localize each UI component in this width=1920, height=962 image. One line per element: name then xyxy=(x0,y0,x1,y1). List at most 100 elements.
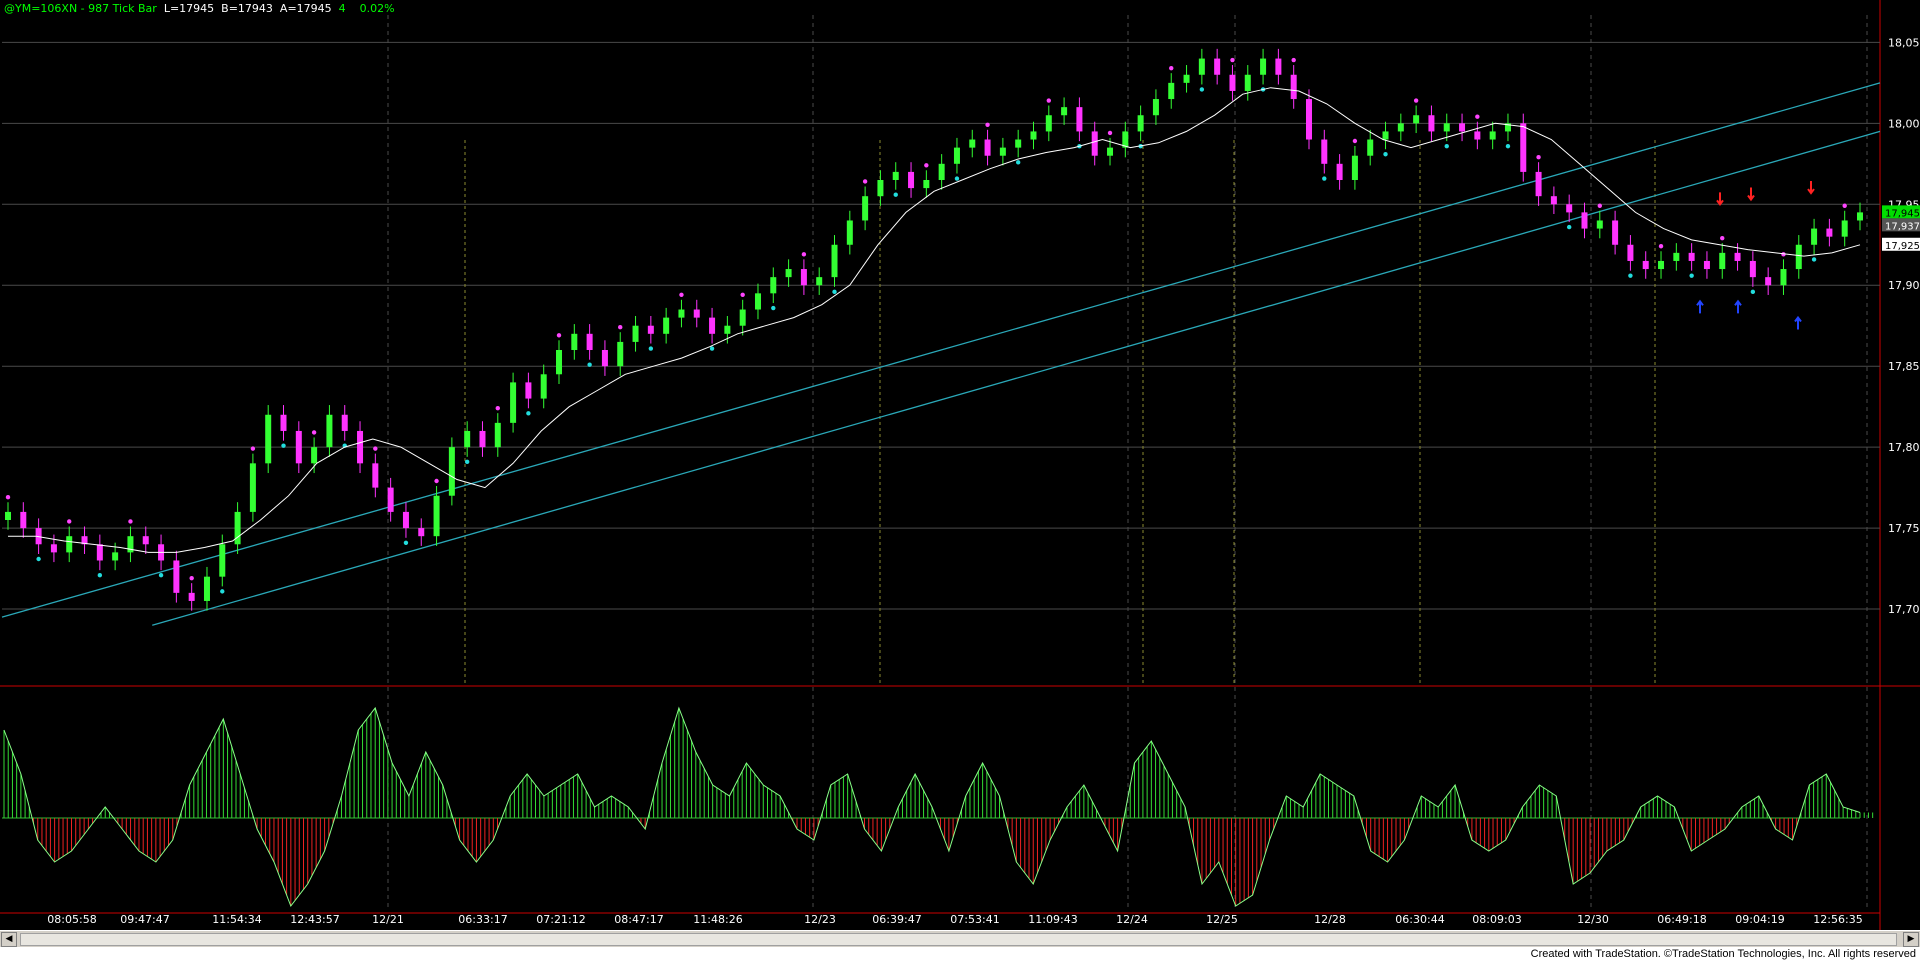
sell-arrow-icon xyxy=(1747,187,1755,202)
candle-body xyxy=(1474,131,1481,140)
scroll-right-button[interactable]: ▶ xyxy=(1903,932,1919,947)
candle-body xyxy=(265,414,272,464)
horizontal-scrollbar[interactable]: ◀ ▶ xyxy=(0,930,1920,947)
candle-body xyxy=(1321,139,1328,164)
swing-high-dot xyxy=(189,575,194,581)
candle-body xyxy=(1091,131,1098,156)
sell-arrow-icon xyxy=(1716,192,1724,207)
candle-body xyxy=(1688,252,1695,261)
time-tick-label: 12/23 xyxy=(804,913,836,926)
candle-body xyxy=(203,576,210,601)
time-tick-label: 07:21:12 xyxy=(536,913,585,926)
candle-body xyxy=(1244,74,1251,91)
candle-body xyxy=(20,511,27,529)
swing-high-dot xyxy=(373,446,378,451)
candle-body xyxy=(800,269,807,286)
candle-body xyxy=(1489,131,1496,140)
price-tick-label: 17,800 xyxy=(1888,441,1920,454)
price-tick-label: 17,700 xyxy=(1888,603,1920,616)
swing-low-dot xyxy=(771,305,776,311)
candle-body xyxy=(1214,58,1221,75)
candle-body xyxy=(1642,260,1649,270)
candle-body xyxy=(724,325,731,334)
candle-body xyxy=(1305,99,1312,140)
candle-body xyxy=(632,325,639,342)
swing-low-dot xyxy=(1566,224,1572,230)
trend-line xyxy=(152,130,1881,626)
candle-body xyxy=(862,196,869,221)
candle-body xyxy=(1275,58,1282,75)
swing-low-dot xyxy=(464,459,470,465)
candle-body xyxy=(1459,123,1466,132)
swing-low-dot xyxy=(1322,176,1327,181)
time-tick-label: 06:39:47 xyxy=(872,913,921,926)
candle-body xyxy=(173,560,180,593)
swing-low-dot xyxy=(1444,143,1449,149)
time-tick-label: 06:49:18 xyxy=(1657,913,1706,926)
time-tick-label: 12/28 xyxy=(1314,913,1346,926)
candle-body xyxy=(188,592,195,601)
swing-high-dot xyxy=(1291,57,1296,63)
last-price-label: L=17945 xyxy=(163,2,215,15)
candle-body xyxy=(464,430,471,448)
copyright-text: Created with TradeStation. ©TradeStation… xyxy=(1530,948,1916,960)
swing-low-dot xyxy=(1689,273,1694,278)
candle-body xyxy=(1826,228,1833,237)
candle-body xyxy=(1397,123,1404,132)
price-chart[interactable]: 17,70017,75017,80017,85017,90017,95018,0… xyxy=(0,0,1920,930)
candle-body xyxy=(693,309,700,318)
time-tick-label: 12/24 xyxy=(1116,913,1148,926)
candle-body xyxy=(892,171,899,180)
candle-body xyxy=(96,544,103,561)
candle-body xyxy=(1061,107,1068,116)
candle-body xyxy=(571,333,578,350)
candle-body xyxy=(280,414,287,431)
candle-body xyxy=(846,220,853,245)
swing-high-dot xyxy=(495,405,500,411)
swing-low-dot xyxy=(709,346,715,351)
candle-body xyxy=(50,544,57,553)
candle-body xyxy=(540,374,547,399)
candle-body xyxy=(1566,204,1573,213)
candle-body xyxy=(831,244,838,278)
candle-body xyxy=(1658,260,1665,270)
candle-body xyxy=(1703,260,1710,270)
candle-body xyxy=(357,430,364,464)
candle-body xyxy=(969,139,976,148)
swing-low-dot xyxy=(220,589,225,594)
candle-body xyxy=(1168,82,1175,100)
swing-low-dot xyxy=(1811,257,1817,262)
candle-body xyxy=(112,552,119,561)
swing-low-dot xyxy=(1505,143,1511,149)
candle-body xyxy=(1581,212,1588,229)
candle-body xyxy=(1183,74,1190,83)
net-change-label: 4 xyxy=(338,2,346,15)
price-tick-label: 18,000 xyxy=(1888,117,1920,130)
swing-high-dot xyxy=(1658,244,1664,249)
scroll-left-button[interactable]: ◀ xyxy=(1,932,17,947)
candle-body xyxy=(387,487,394,512)
candle-body xyxy=(1290,74,1297,100)
candle-body xyxy=(479,430,486,448)
swing-high-dot xyxy=(1720,235,1725,241)
candle-body xyxy=(1719,252,1726,270)
candle-body xyxy=(1045,115,1052,132)
time-tick-label: 06:33:17 xyxy=(458,913,507,926)
candle-body xyxy=(999,147,1006,156)
scroll-thumb[interactable] xyxy=(20,933,1897,946)
candle-body xyxy=(938,163,945,180)
percent-change-label: 0.02% xyxy=(359,2,395,15)
candle-body xyxy=(663,317,670,334)
candle-body xyxy=(326,414,333,448)
swing-high-dot xyxy=(679,292,684,298)
price-marker-label: 17,945 xyxy=(1885,208,1920,219)
swing-high-dot xyxy=(985,122,990,128)
candle-body xyxy=(1734,252,1741,261)
price-tick-label: 18,050 xyxy=(1888,36,1920,49)
bid-price-label: B=17943 xyxy=(221,2,273,15)
swing-low-dot xyxy=(281,443,286,448)
candle-body xyxy=(219,544,226,577)
candle-body xyxy=(1780,269,1787,286)
candle-body xyxy=(1841,220,1848,237)
candle-body xyxy=(1152,99,1159,116)
